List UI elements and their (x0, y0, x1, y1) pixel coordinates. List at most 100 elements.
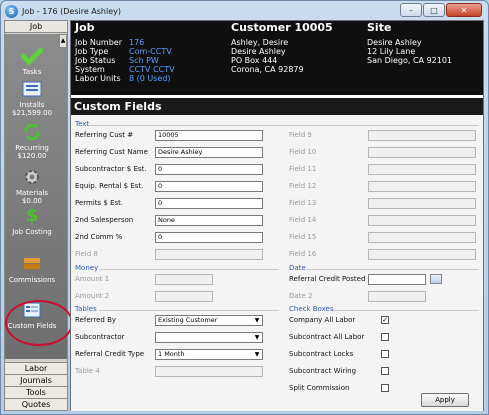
gear-icon (21, 167, 43, 187)
recurring-icon (21, 122, 43, 142)
field-label: Referring Cust Name (75, 148, 148, 156)
job-info-labels: Job Number Job Type Job Status System La… (75, 38, 122, 83)
referred-by-select[interactable]: Existing Customer ▼ (155, 315, 263, 326)
custom-fields-title: Custom Fields (71, 98, 483, 115)
field-label: Referral Credit Type (75, 350, 145, 358)
section-divider (99, 269, 279, 270)
company-all-labor-checkbox[interactable]: ✓ (381, 316, 389, 324)
main-content: Job Customer 10005 Site Job Number Job T… (70, 20, 484, 411)
field-12-input[interactable] (368, 181, 476, 192)
field-label: Date 2 (289, 292, 313, 300)
nav-tab-quotes[interactable]: Quotes (5, 398, 67, 410)
nav-tab-journals[interactable]: Journals (5, 374, 67, 386)
nav-tab-labor[interactable]: Labor (5, 362, 67, 374)
app-icon: S (5, 4, 18, 18)
field-label: Subcontractor (75, 333, 125, 341)
amount-1-input[interactable] (155, 274, 213, 285)
customer-line: Desire Ashley (231, 47, 286, 56)
field-label: Referring Cust # (75, 131, 134, 139)
referral-credit-type-value: 1 Month (158, 350, 185, 358)
site-line: 12 Lily Lane (367, 47, 416, 56)
nav-item-label: Commissions (8, 276, 56, 284)
referral-credit-posted-input[interactable] (368, 274, 426, 285)
subcontract-all-labor-checkbox[interactable] (381, 333, 389, 341)
section-divider (333, 310, 479, 311)
customer-line: Ashley, Desire (231, 38, 289, 47)
field-13-input[interactable] (368, 198, 476, 209)
highlight-annotation (5, 300, 73, 346)
scroll-up-button[interactable]: ▲ (59, 34, 67, 48)
referring-cust-name-input[interactable]: Desire Ashley (155, 147, 263, 158)
section-divider (99, 310, 279, 311)
labor-units-value[interactable]: 8 (0 Used) (129, 74, 175, 83)
calendar-icon[interactable] (430, 274, 442, 284)
maximize-button[interactable]: □ (423, 3, 445, 17)
field-16-input[interactable] (368, 249, 476, 260)
field-14-input[interactable] (368, 215, 476, 226)
checkbox-label: Company All Labor (289, 316, 356, 324)
commissions-icon (21, 254, 43, 274)
nav-item-installs[interactable]: Installs $21,599.00 (5, 79, 59, 117)
text-section-heading: Text (75, 120, 90, 128)
nav-item-commissions[interactable]: Commissions (5, 254, 59, 284)
job-number-value[interactable]: 176 (129, 38, 175, 47)
field-9-input[interactable] (368, 130, 476, 141)
nav-item-job-costing[interactable]: $ Job Costing (5, 206, 59, 237)
field-label: Referred By (75, 316, 117, 324)
field-label: 2nd Comm % (75, 233, 123, 241)
site-address: Desire Ashley 12 Lily Lane San Diego, CA… (367, 38, 452, 65)
field-label: Field 9 (289, 131, 312, 139)
split-commission-checkbox[interactable] (381, 384, 389, 392)
table-4-select[interactable] (155, 366, 263, 377)
minimize-button[interactable]: – (400, 3, 422, 17)
subcontract-locks-checkbox[interactable] (381, 350, 389, 358)
nav-header[interactable]: Job (5, 21, 67, 33)
field-label: Field 10 (289, 148, 317, 156)
labor-units-label: Labor Units (75, 74, 121, 83)
job-number-label: Job Number (75, 38, 123, 47)
site-line: Desire Ashley (367, 38, 422, 47)
field-8-input[interactable] (155, 249, 263, 260)
field-label: Referral Credit Posted (289, 275, 366, 283)
job-status-value[interactable]: Sch PW (129, 56, 175, 65)
close-button[interactable]: ✕ (446, 3, 482, 17)
second-comm-input[interactable]: 0 (155, 232, 263, 243)
field-10-input[interactable] (368, 147, 476, 158)
nav-tab-tools[interactable]: Tools (5, 386, 67, 398)
nav-item-recurring[interactable]: Recurring $120.00 (5, 122, 59, 160)
field-label: Field 12 (289, 182, 317, 190)
subcontractor-est-input[interactable]: 0 (155, 164, 263, 175)
field-label: Field 16 (289, 250, 317, 258)
money-section-heading: Money (75, 264, 99, 272)
chevron-down-icon: ▼ (254, 317, 260, 324)
second-salesperson-input[interactable]: None (155, 215, 263, 226)
referring-cust-number-input[interactable]: 10005 (155, 130, 263, 141)
field-label: Amount 1 (75, 275, 110, 283)
subcontractor-select[interactable]: ▼ (155, 332, 263, 343)
date-2-input[interactable] (368, 291, 426, 302)
field-11-input[interactable] (368, 164, 476, 175)
field-15-input[interactable] (368, 232, 476, 243)
nav-item-materials[interactable]: Materials $0.00 (5, 167, 59, 205)
field-label: Field 15 (289, 233, 317, 241)
referral-credit-type-select[interactable]: 1 Month ▼ (155, 349, 263, 360)
field-label: Field 8 (75, 250, 98, 258)
amount-2-input[interactable] (155, 291, 213, 302)
nav-item-label: Tasks (22, 68, 42, 76)
job-type-value[interactable]: Com-CCTV (129, 47, 175, 56)
job-status-label: Job Status (75, 56, 116, 65)
permits-est-input[interactable]: 0 (155, 198, 263, 209)
chevron-down-icon: ▼ (254, 334, 260, 341)
apply-button[interactable]: Apply (421, 393, 469, 407)
field-label: 2nd Salesperson (75, 216, 134, 224)
section-divider (307, 269, 479, 270)
nav-item-label: Job Costing (12, 228, 52, 236)
system-value[interactable]: CCTV CCTV (129, 65, 175, 74)
installs-icon (21, 79, 43, 99)
field-label: Table 4 (75, 367, 100, 375)
window-controls: – □ ✕ (400, 3, 482, 17)
field-label: Permits $ Est. (75, 199, 124, 207)
subcontract-wiring-checkbox[interactable] (381, 367, 389, 375)
equip-rental-est-input[interactable]: 0 (155, 181, 263, 192)
nav-item-tasks[interactable]: Tasks (5, 46, 59, 76)
